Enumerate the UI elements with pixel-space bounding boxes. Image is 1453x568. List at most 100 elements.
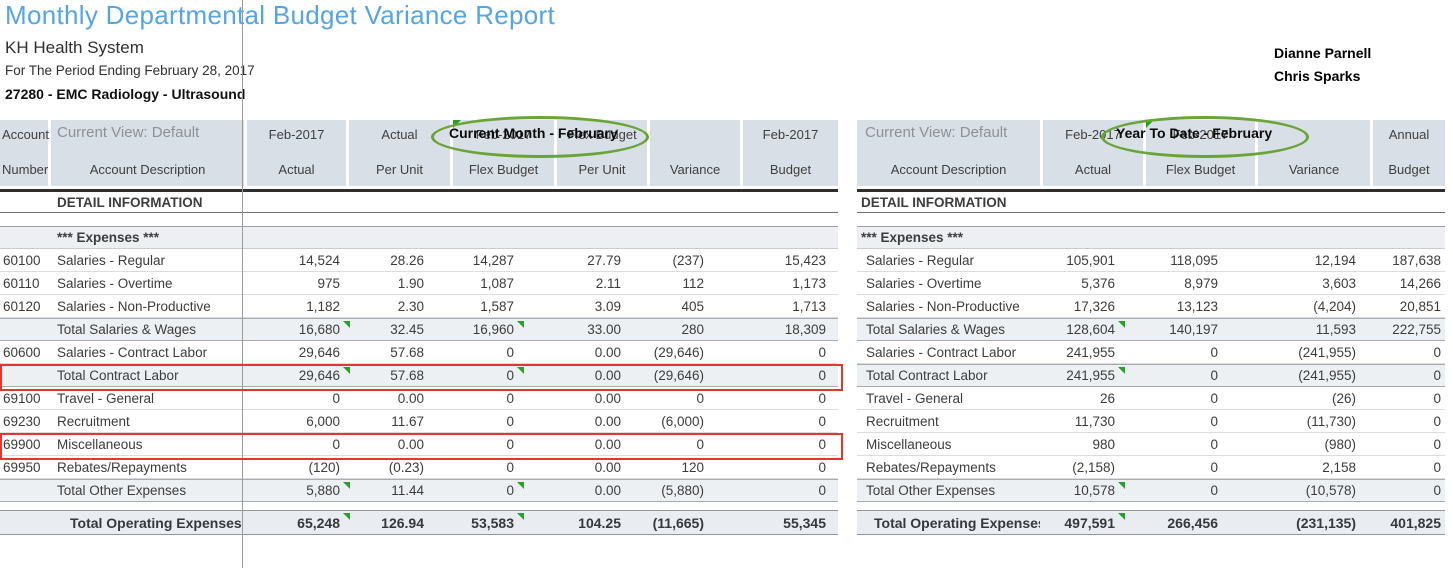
value-cell[interactable]: 1,173 bbox=[740, 272, 838, 294]
value-cell[interactable]: 6,000 bbox=[244, 410, 346, 432]
column-header[interactable]: ActualPer Unit bbox=[346, 120, 450, 186]
value-cell[interactable]: 10,578 bbox=[1040, 480, 1143, 501]
account-number-cell[interactable]: 69230 bbox=[0, 410, 48, 432]
value-cell[interactable]: 0 bbox=[1143, 433, 1255, 455]
value-cell[interactable]: 0 bbox=[1370, 387, 1445, 409]
value-cell[interactable]: 2.11 bbox=[554, 272, 647, 294]
value-cell[interactable]: 0 bbox=[1143, 365, 1255, 386]
value-cell[interactable]: (29,646) bbox=[647, 341, 740, 363]
value-cell[interactable]: 0 bbox=[1143, 341, 1255, 363]
value-cell[interactable]: 11.44 bbox=[346, 480, 450, 501]
account-description-cell[interactable]: Total Contract Labor bbox=[857, 365, 1040, 386]
value-cell[interactable]: 8,979 bbox=[1143, 272, 1255, 294]
value-cell[interactable]: 266,456 bbox=[1143, 511, 1255, 534]
column-header[interactable]: AnnualBudget bbox=[1370, 120, 1445, 186]
account-number-cell[interactable] bbox=[0, 511, 48, 534]
value-cell[interactable]: 2,158 bbox=[1255, 456, 1370, 478]
account-description-cell[interactable]: Salaries - Regular bbox=[857, 249, 1040, 271]
value-cell[interactable]: 0 bbox=[740, 410, 838, 432]
account-description-cell[interactable]: Miscellaneous bbox=[857, 433, 1040, 455]
value-cell[interactable]: 0 bbox=[740, 341, 838, 363]
value-cell[interactable]: 0 bbox=[1143, 410, 1255, 432]
value-cell[interactable]: (26) bbox=[1255, 387, 1370, 409]
value-cell[interactable]: 241,955 bbox=[1040, 365, 1143, 386]
account-description-cell[interactable]: Salaries - Non-Productive bbox=[48, 295, 244, 317]
value-cell[interactable]: 29,646 bbox=[244, 341, 346, 363]
value-cell[interactable]: 187,638 bbox=[1370, 249, 1445, 271]
value-cell[interactable]: 497,591 bbox=[1040, 511, 1143, 534]
value-cell[interactable]: 2.30 bbox=[346, 295, 450, 317]
value-cell[interactable]: 0 bbox=[450, 480, 554, 501]
account-description-cell[interactable]: Total Operating Expenses bbox=[857, 511, 1040, 534]
value-cell[interactable]: 0 bbox=[1143, 387, 1255, 409]
value-cell[interactable]: 0 bbox=[1370, 456, 1445, 478]
value-cell[interactable]: 26 bbox=[1040, 387, 1143, 409]
section-label-cell[interactable]: DETAIL INFORMATION bbox=[857, 192, 1445, 212]
value-cell[interactable]: 55,345 bbox=[740, 511, 838, 534]
value-cell[interactable]: 3,603 bbox=[1255, 272, 1370, 294]
value-cell[interactable]: (231,135) bbox=[1255, 511, 1370, 534]
value-cell[interactable]: 0.00 bbox=[554, 410, 647, 432]
account-description-cell[interactable]: Salaries - Regular bbox=[48, 249, 244, 271]
value-cell[interactable]: 0.00 bbox=[554, 341, 647, 363]
value-cell[interactable]: 222,755 bbox=[1370, 319, 1445, 340]
account-description-cell[interactable]: Total Salaries & Wages bbox=[48, 319, 244, 340]
value-cell[interactable]: 15,423 bbox=[740, 249, 838, 271]
account-description-cell[interactable]: Rebates/Repayments bbox=[857, 456, 1040, 478]
value-cell[interactable]: 53,583 bbox=[450, 511, 554, 534]
account-number-cell[interactable]: 60600 bbox=[0, 341, 48, 363]
value-cell[interactable]: 14,287 bbox=[450, 249, 554, 271]
column-header[interactable]: Feb-2017Budget bbox=[740, 120, 838, 186]
value-cell[interactable]: (241,955) bbox=[1255, 341, 1370, 363]
value-cell[interactable]: (237) bbox=[647, 249, 740, 271]
value-cell[interactable]: 57.68 bbox=[346, 341, 450, 363]
value-cell[interactable]: (11,665) bbox=[647, 511, 740, 534]
account-description-cell[interactable]: Recruitment bbox=[48, 410, 244, 432]
value-cell[interactable]: 0 bbox=[450, 410, 554, 432]
account-number-cell[interactable]: 60120 bbox=[0, 295, 48, 317]
value-cell[interactable]: 140,197 bbox=[1143, 319, 1255, 340]
value-cell[interactable]: (2,158) bbox=[1040, 456, 1143, 478]
value-cell[interactable]: 16,680 bbox=[244, 319, 346, 340]
value-cell[interactable]: 1,182 bbox=[244, 295, 346, 317]
column-header[interactable]: Feb-2017Actual bbox=[244, 120, 346, 186]
value-cell[interactable]: 975 bbox=[244, 272, 346, 294]
value-cell[interactable]: (980) bbox=[1255, 433, 1370, 455]
value-cell[interactable]: 32.45 bbox=[346, 319, 450, 340]
value-cell[interactable]: 0.00 bbox=[554, 480, 647, 501]
value-cell[interactable]: 27.79 bbox=[554, 249, 647, 271]
value-cell[interactable]: 126.94 bbox=[346, 511, 450, 534]
value-cell[interactable]: 241,955 bbox=[1040, 341, 1143, 363]
value-cell[interactable]: 128,604 bbox=[1040, 319, 1143, 340]
account-description-cell[interactable]: Salaries - Overtime bbox=[857, 272, 1040, 294]
account-description-cell[interactable]: Travel - General bbox=[857, 387, 1040, 409]
value-cell[interactable]: 0 bbox=[1370, 480, 1445, 501]
value-cell[interactable]: (5,880) bbox=[647, 480, 740, 501]
account-description-cell[interactable]: Salaries - Non-Productive bbox=[857, 295, 1040, 317]
value-cell[interactable]: 104.25 bbox=[554, 511, 647, 534]
column-header[interactable]: Variance bbox=[647, 120, 740, 186]
value-cell[interactable]: 65,248 bbox=[244, 511, 346, 534]
value-cell[interactable]: (6,000) bbox=[647, 410, 740, 432]
value-cell[interactable]: 980 bbox=[1040, 433, 1143, 455]
value-cell[interactable]: 0 bbox=[1143, 480, 1255, 501]
account-number-cell[interactable]: 60110 bbox=[0, 272, 48, 294]
group-label-cell[interactable]: *** Expenses *** bbox=[0, 227, 838, 248]
value-cell[interactable]: 16,960 bbox=[450, 319, 554, 340]
value-cell[interactable]: 1,713 bbox=[740, 295, 838, 317]
value-cell[interactable]: 1.90 bbox=[346, 272, 450, 294]
column-header[interactable]: AccountNumber bbox=[0, 120, 48, 186]
value-cell[interactable]: 1,587 bbox=[450, 295, 554, 317]
account-number-cell[interactable] bbox=[0, 480, 48, 501]
value-cell[interactable]: 401,825 bbox=[1370, 511, 1445, 534]
value-cell[interactable]: (11,730) bbox=[1255, 410, 1370, 432]
value-cell[interactable]: 0 bbox=[450, 341, 554, 363]
account-description-cell[interactable]: Salaries - Contract Labor bbox=[857, 341, 1040, 363]
group-label-cell[interactable]: *** Expenses *** bbox=[857, 227, 1445, 248]
value-cell[interactable]: 20,851 bbox=[1370, 295, 1445, 317]
value-cell[interactable]: 405 bbox=[647, 295, 740, 317]
value-cell[interactable]: (10,578) bbox=[1255, 480, 1370, 501]
value-cell[interactable]: 112 bbox=[647, 272, 740, 294]
value-cell[interactable]: 11.67 bbox=[346, 410, 450, 432]
value-cell[interactable]: 18,309 bbox=[740, 319, 838, 340]
